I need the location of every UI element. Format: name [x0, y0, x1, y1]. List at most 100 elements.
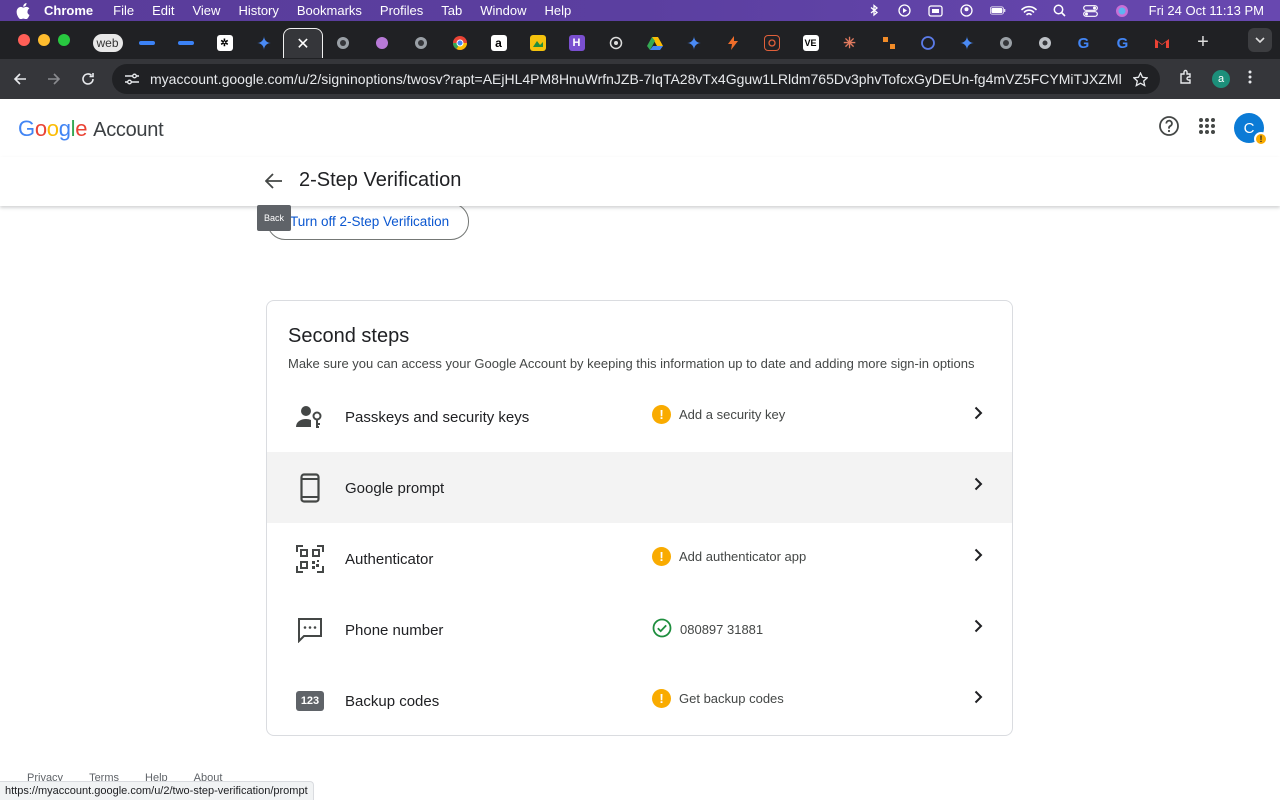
menu-edit[interactable]: Edit [152, 3, 174, 18]
tab-22[interactable] [908, 28, 947, 58]
menu-clock[interactable]: Fri 24 Oct 11:13 PM [1149, 3, 1264, 18]
tab-19[interactable]: VE [791, 28, 830, 58]
tab-active[interactable]: ✕ [283, 28, 323, 58]
tab-25[interactable] [1025, 28, 1064, 58]
tab-13[interactable]: H [557, 28, 596, 58]
play-circle-icon[interactable] [897, 4, 913, 17]
check-circle-icon [652, 618, 672, 641]
warning-icon: ! [652, 689, 671, 708]
account-avatar[interactable]: C ! [1234, 113, 1268, 146]
video-favicon-icon: VE [802, 35, 819, 51]
tab-12[interactable] [518, 28, 557, 58]
menu-view[interactable]: View [192, 3, 220, 18]
chevron-right-icon [970, 405, 986, 421]
row-status-text: Add authenticator app [679, 549, 807, 564]
qr-code-icon [296, 545, 324, 573]
google-account-logo[interactable]: Google Account [18, 116, 164, 142]
apple-icon[interactable] [16, 2, 30, 19]
screen-icon[interactable] [928, 4, 944, 17]
close-window-button[interactable] [18, 34, 30, 46]
tab-4[interactable]: ✲ [205, 28, 244, 58]
tab-web[interactable]: web [88, 28, 127, 58]
new-tab-button[interactable]: + [1193, 31, 1213, 54]
menu-bookmarks[interactable]: Bookmarks [297, 3, 362, 18]
page-title-bar: 2-Step Verification [0, 157, 1280, 206]
site-settings-icon[interactable] [122, 69, 142, 89]
turn-off-2sv-button[interactable]: Turn off 2-Step Verification [267, 203, 469, 240]
wifi-icon[interactable] [1020, 5, 1037, 17]
menu-chrome[interactable]: Chrome [44, 3, 93, 18]
forward-nav-button[interactable] [38, 63, 70, 95]
tab-18[interactable] [752, 28, 791, 58]
address-bar[interactable]: myaccount.google.com/u/2/signinoptions/t… [112, 64, 1160, 94]
logo-letter: g [58, 116, 71, 141]
zoom-window-button[interactable] [58, 34, 70, 46]
battery-icon[interactable] [989, 5, 1006, 17]
tab-11[interactable]: a [479, 28, 518, 58]
tab-27[interactable]: G [1103, 28, 1142, 58]
menu-history[interactable]: History [238, 3, 278, 18]
avatar-warning-badge: ! [1254, 132, 1268, 146]
logo-letter: G [18, 116, 35, 141]
tab-16[interactable] [674, 28, 713, 58]
tab-strip: web ✲ ✕ a H VE ✳ G G + [0, 21, 1280, 59]
tab-20[interactable]: ✳ [830, 28, 869, 58]
row-backup-codes[interactable]: 123 Backup codes ! Get backup codes [267, 665, 1012, 735]
menu-tab[interactable]: Tab [441, 3, 462, 18]
tab-23[interactable] [947, 28, 986, 58]
row-phone-number[interactable]: Phone number 080897 31881 [267, 594, 1012, 665]
back-tooltip: Back [257, 205, 291, 231]
menu-window[interactable]: Window [480, 3, 526, 18]
row-authenticator[interactable]: Authenticator ! Add authenticator app [267, 523, 1012, 594]
back-button[interactable] [262, 169, 286, 193]
close-tab-icon[interactable]: ✕ [296, 34, 309, 54]
tab-5[interactable] [244, 28, 283, 58]
tab-8[interactable] [362, 28, 401, 58]
row-status-text: Add a security key [679, 407, 786, 422]
backup-codes-icon: 123 [296, 687, 324, 715]
chevron-down-icon [1255, 37, 1265, 43]
row-status-text: 080897 31881 [680, 622, 764, 637]
bluetooth-icon[interactable] [866, 4, 882, 17]
tab-24[interactable] [986, 28, 1025, 58]
tab-26[interactable]: G [1064, 28, 1103, 58]
tab-search-button[interactable] [1248, 28, 1272, 52]
siri-icon[interactable] [1114, 4, 1130, 17]
tab-17[interactable] [713, 28, 752, 58]
help-icon[interactable] [1158, 115, 1180, 142]
bird-favicon-icon [920, 35, 936, 51]
row-google-prompt[interactable]: Google prompt [267, 452, 1012, 523]
site-favicon-icon [138, 35, 155, 51]
tab-28[interactable] [1142, 28, 1181, 58]
extensions-icon[interactable] [1178, 69, 1194, 90]
macos-menu-bar: Chrome File Edit View History Bookmarks … [0, 0, 1280, 21]
user-circle-icon[interactable] [959, 4, 975, 17]
spotlight-search-icon[interactable] [1052, 4, 1068, 17]
tab-15[interactable] [635, 28, 674, 58]
row-passkeys[interactable]: Passkeys and security keys ! Add a secur… [267, 381, 1012, 452]
minimize-window-button[interactable] [38, 34, 50, 46]
menu-file[interactable]: File [113, 3, 134, 18]
control-center-icon[interactable] [1083, 4, 1099, 17]
menu-profiles[interactable]: Profiles [380, 3, 423, 18]
tab-21[interactable] [869, 28, 908, 58]
google-account-header: Google Account C ! [0, 99, 1280, 157]
apps-grid-icon[interactable] [1198, 117, 1216, 140]
tab-3[interactable] [166, 28, 205, 58]
browser-profile-avatar[interactable]: a [1212, 70, 1230, 88]
menu-help[interactable]: Help [545, 3, 572, 18]
logo-letter: o [46, 116, 59, 141]
ai-favicon-icon [374, 35, 390, 51]
arrow-right-icon [48, 73, 61, 85]
back-nav-button[interactable] [4, 63, 36, 95]
more-vert-icon[interactable] [1248, 70, 1252, 89]
row-label: Authenticator [345, 551, 434, 568]
reload-button[interactable] [72, 63, 104, 95]
bookmark-star-icon[interactable] [1130, 71, 1150, 87]
tab-10[interactable] [440, 28, 479, 58]
tab-7[interactable] [323, 28, 362, 58]
tab-2[interactable] [127, 28, 166, 58]
url-text[interactable]: myaccount.google.com/u/2/signinoptions/t… [150, 71, 1122, 87]
tab-9[interactable] [401, 28, 440, 58]
tab-14[interactable] [596, 28, 635, 58]
